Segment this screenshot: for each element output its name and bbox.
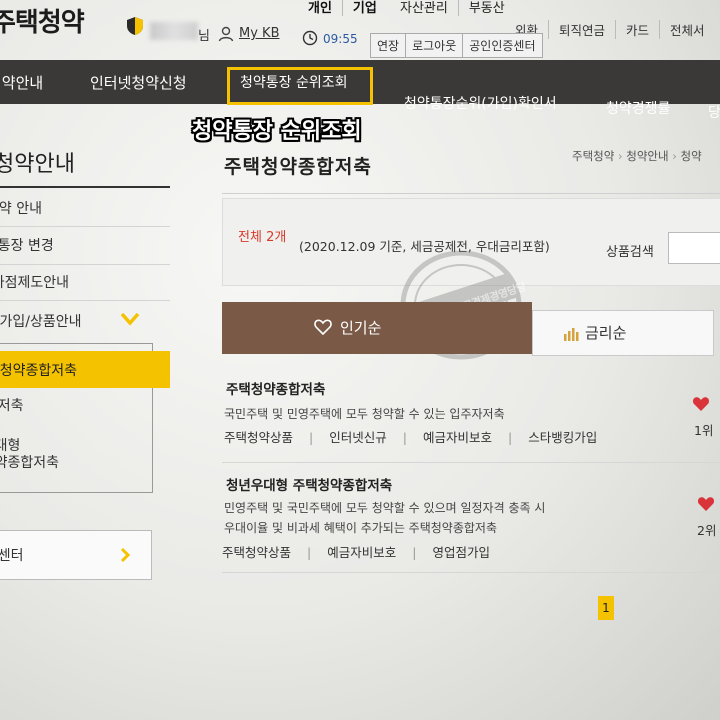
sidebar-subitem-savings[interactable]: 청약저축	[0, 398, 24, 415]
logout-button[interactable]: 로그아웃	[405, 33, 464, 58]
top-menu-card[interactable]: 카드	[616, 20, 661, 39]
product-tags: 주택청약상품 예금자비보호 영업점가입	[222, 542, 506, 561]
breadcrumb-item[interactable]: 청약안내	[626, 149, 668, 163]
certificate-center-button[interactable]: 공인인증센터	[462, 33, 543, 58]
product-description: 우대이율 및 비과세 혜택이 추가되는 주택청약종합저축	[224, 521, 497, 535]
sort-tab-rate-label: 금리순	[585, 324, 627, 342]
session-buttons: 연장 로그아웃 공인인증센터	[370, 33, 543, 58]
product-tag: 주택청약상품	[224, 430, 294, 445]
user-icon	[218, 26, 234, 42]
callout-label: 청약통장 순위조회	[192, 119, 362, 144]
breadcrumb-item[interactable]: 주택청약	[572, 149, 614, 163]
bar-chart-icon	[564, 328, 579, 341]
sidebar-divider	[0, 226, 170, 227]
product-tag: 주택청약상품	[222, 545, 292, 560]
nav-rank-certificate[interactable]: 청약통장순위(가입)확인서	[404, 93, 557, 113]
top-menu-secondary: 자산관리 부동산	[390, 0, 515, 16]
sidebar-title: 청약안내	[0, 152, 75, 177]
top-menu-realestate[interactable]: 부동산	[459, 0, 515, 16]
my-kb-link[interactable]: My KB	[239, 26, 280, 41]
top-menu-all[interactable]: 전체서	[660, 20, 715, 39]
sidebar-item-account-change[interactable]: 청약통장 변경	[0, 235, 54, 255]
user-suffix: 님	[198, 29, 210, 44]
pagination-current-page[interactable]: 1	[598, 596, 614, 620]
sort-tab-popular-label: 인기순	[340, 319, 382, 337]
product-tag: 스타뱅킹가입	[508, 427, 613, 446]
customer-center-label: 고객센터	[0, 548, 24, 564]
session-timer: 09:55	[323, 32, 358, 46]
sidebar-subitem-label: 주택청약종합저축	[0, 363, 78, 379]
heart-icon[interactable]	[697, 496, 715, 512]
heart-icon[interactable]	[692, 396, 710, 412]
breadcrumb-item[interactable]: 청약	[681, 149, 702, 163]
breadcrumb: 주택청약 › 청약안내 › 청약	[572, 149, 702, 163]
product-name-link[interactable]: 주택청약종합저축	[226, 378, 325, 398]
product-tag: 영업점가입	[412, 542, 506, 561]
total-label: 전체	[238, 230, 262, 245]
product-rank: 1위	[694, 423, 714, 438]
product-tag: 인터넷신규	[309, 427, 403, 446]
product-search-input[interactable]	[668, 232, 720, 264]
sidebar-item-guide[interactable]: 청약 안내	[0, 198, 42, 218]
product-name-link[interactable]: 청년우대형 주택청약종합저축	[226, 474, 392, 494]
product-tags: 주택청약상품 인터넷신규 예금자비보호 스타뱅킹가입	[224, 427, 613, 446]
sidebar-customer-center[interactable]: 고객센터	[0, 530, 152, 580]
nav-competition-rate[interactable]: 청약경쟁률	[606, 98, 670, 118]
page-title: 주택청약종합저축	[224, 156, 372, 178]
product-tag: 예금자비보호	[403, 427, 508, 446]
extend-session-button[interactable]: 연장	[370, 33, 407, 58]
product-tag: 예금자비보호	[307, 542, 412, 561]
top-menu: 개인 기업	[298, 0, 387, 16]
masked-user-name	[150, 22, 198, 40]
sidebar-subitem-active[interactable]: 주택청약종합저축	[0, 351, 170, 388]
chevron-down-icon[interactable]	[120, 312, 140, 326]
product-divider	[222, 572, 720, 573]
total-number: 2개	[266, 230, 287, 245]
sidebar-item-product-guide[interactable]: 청약통장가입/상품안내	[0, 311, 82, 331]
sidebar-title-underline	[0, 186, 170, 188]
total-count: 전체 2개	[238, 226, 286, 245]
product-divider	[222, 462, 720, 463]
nav-more[interactable]: 당	[708, 102, 720, 122]
screen-frame: 주택청약 님 My KB 09:55 개인 기업 자산관리 부동산 외환 퇴직연…	[0, 0, 720, 720]
nav-internet-subscription[interactable]: 인터넷청약신청	[90, 72, 187, 93]
nav-subscription-guide[interactable]: 청약안내	[0, 72, 43, 93]
sidebar-subitem-youth[interactable]: 청년우대형 주택청약종합저축	[0, 438, 76, 472]
sort-tab-rate[interactable]: 금리순	[532, 310, 714, 356]
title-divider	[222, 193, 720, 194]
top-menu-pension[interactable]: 퇴직연금	[549, 20, 617, 39]
security-shield-icon	[127, 17, 143, 35]
sort-tab-popular[interactable]: 인기순	[222, 302, 532, 354]
product-description: 민영주택 및 국민주택에 모두 청약할 수 있으며 일정자격 충족 시	[224, 501, 546, 515]
sidebar-divider	[0, 300, 170, 301]
highlight-box	[227, 67, 373, 105]
product-search-label: 상품검색	[606, 245, 654, 260]
top-menu-asset[interactable]: 자산관리	[390, 0, 459, 16]
product-description: 국민주택 및 민영주택에 모두 청약할 수 있는 입주자저축	[224, 407, 505, 421]
product-rank: 2위	[697, 523, 717, 538]
sidebar-item-point-system[interactable]: 청약가점제도안내	[0, 272, 69, 292]
heart-outline-icon	[314, 319, 332, 336]
sidebar-divider	[0, 264, 170, 265]
clock-icon	[302, 30, 318, 46]
site-logo[interactable]: 주택청약	[0, 2, 85, 39]
chevron-right-icon	[120, 547, 130, 563]
top-menu-business[interactable]: 기업	[343, 0, 387, 16]
top-menu-personal[interactable]: 개인	[298, 0, 343, 16]
